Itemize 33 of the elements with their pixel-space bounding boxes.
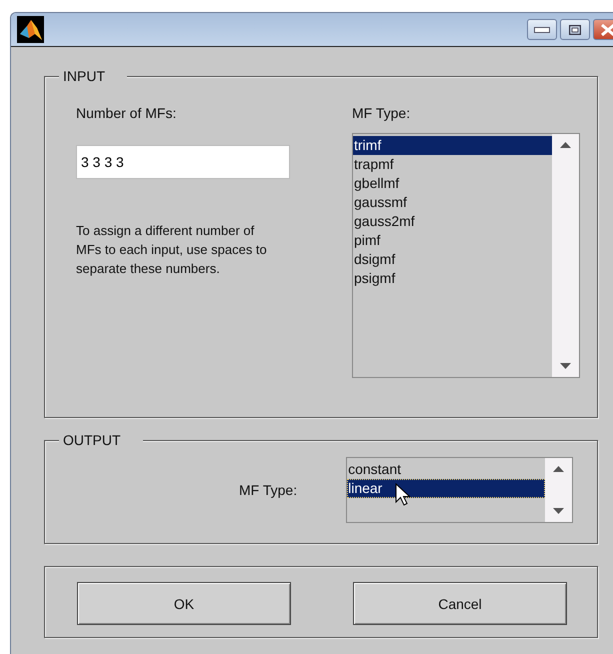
close-icon [601,24,613,36]
group-legend: OUTPUT [59,432,143,448]
list-item[interactable]: gbellmf [353,174,552,193]
scroll-down-icon[interactable] [553,508,564,514]
list-item[interactable]: trapmf [353,155,552,174]
cancel-button[interactable]: Cancel [353,582,567,625]
input-field[interactable]: 3 3 3 3 [76,145,290,179]
list-item[interactable]: pimf [353,231,552,250]
scroll-down-icon[interactable] [560,363,571,369]
scroll-up-icon[interactable] [560,142,571,148]
list-item[interactable]: gaussmf [353,193,552,212]
field-label: MF Type: [352,105,412,121]
list-item[interactable]: gauss2mf [353,212,552,231]
list-item[interactable]: constant [347,460,546,479]
field-label: Number of MFs: [76,105,178,121]
scrollbar[interactable] [545,458,572,522]
help-text: To assign a different number of MFs to each input, use spaces to separate these numbers. [76,222,268,278]
group-legend: INPUT [59,68,127,84]
mouse-cursor-icon [395,483,412,507]
minimize-button[interactable] [527,19,557,40]
list-item[interactable]: psigmf [353,269,552,288]
scroll-up-icon[interactable] [553,466,564,472]
list-box[interactable]: trimf trapmf gbellmf gaussmf gauss2mf pimf dsigmf psigmf [352,133,580,378]
list-box[interactable]: constant linear [346,457,574,523]
minimize-icon [534,26,550,32]
ok-button[interactable]: OK [77,582,291,625]
scrollbar[interactable] [552,134,579,377]
list-item[interactable]: trimf [353,136,552,155]
maximize-button[interactable] [560,19,590,40]
app-logo-icon [17,16,44,43]
maximize-icon [569,24,581,34]
field-label: MF Type: [239,482,298,498]
list-item[interactable]: dsigmf [353,250,552,269]
